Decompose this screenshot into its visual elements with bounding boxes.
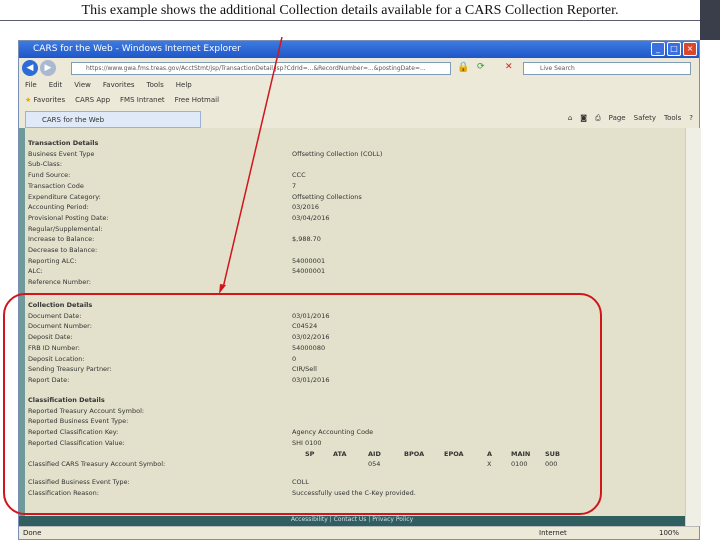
- arrow-head: [219, 284, 226, 294]
- annotation-arrow: [219, 36, 283, 294]
- arrow-line: [222, 36, 283, 289]
